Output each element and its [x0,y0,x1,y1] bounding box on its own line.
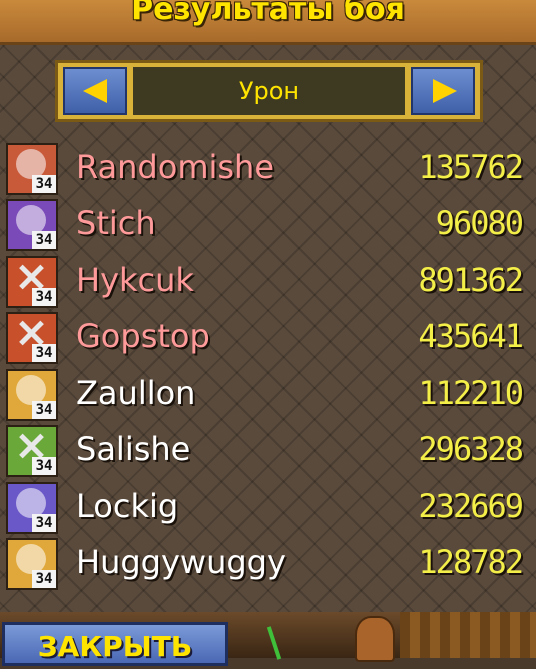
player-score: 435641 [418,317,524,355]
player-row: 34 Gopstop 435641 [0,310,536,366]
vase-icon [355,616,395,662]
player-row: 34 Salishe 296328 [0,423,536,479]
player-avatar: 34 [6,199,58,251]
player-level: 34 [32,401,56,419]
stat-label: Урон [133,67,405,115]
player-level: 34 [32,175,56,193]
player-score: 135762 [418,148,524,186]
player-level: 34 [32,288,56,306]
prev-stat-button[interactable] [63,67,127,115]
player-level: 34 [32,231,56,249]
title-bar: Результаты боя [0,0,536,45]
player-avatar: 34 [6,538,58,590]
player-level: 34 [32,457,56,475]
player-row: 34 Hykcuk 891362 [0,254,536,310]
player-avatar: 34 [6,369,58,421]
next-stat-button[interactable] [411,67,475,115]
player-level: 34 [32,344,56,362]
stat-selector: Урон [55,60,483,122]
player-score: 96080 [435,204,524,242]
player-name: Salishe [76,430,191,468]
close-button-label: ЗАКРЫТЬ [37,630,193,663]
close-button[interactable]: ЗАКРЫТЬ [2,622,228,666]
player-score: 296328 [418,430,524,468]
player-avatar: 34 [6,312,58,364]
player-name: Stich [76,204,156,242]
player-name: Zaullon [76,374,196,412]
player-avatar: 34 [6,425,58,477]
player-score: 112210 [418,374,524,412]
player-avatar: 34 [6,482,58,534]
player-level: 34 [32,514,56,532]
player-row: 34 Stich 96080 [0,197,536,253]
player-name: Randomishe [76,148,275,186]
arrow-left-icon [83,79,107,103]
arrow-right-icon [433,79,457,103]
player-score: 128782 [418,543,524,581]
player-row: 34 Zaullon 112210 [0,367,536,423]
player-name: Hykcuk [76,261,194,299]
player-name: Huggywuggy [76,543,286,581]
player-row: 34 Lockig 232669 [0,480,536,536]
player-row: 34 Huggywuggy 128782 [0,536,536,592]
player-level: 34 [32,570,56,588]
player-row: 34 Randomishe 135762 [0,141,536,197]
window-title: Результаты боя [131,0,405,27]
player-avatar: 34 [6,143,58,195]
chest-decoration [400,612,536,658]
player-name: Lockig [76,487,179,525]
player-score: 891362 [418,261,524,299]
player-avatar: 34 [6,256,58,308]
player-score: 232669 [418,487,524,525]
player-name: Gopstop [76,317,210,355]
